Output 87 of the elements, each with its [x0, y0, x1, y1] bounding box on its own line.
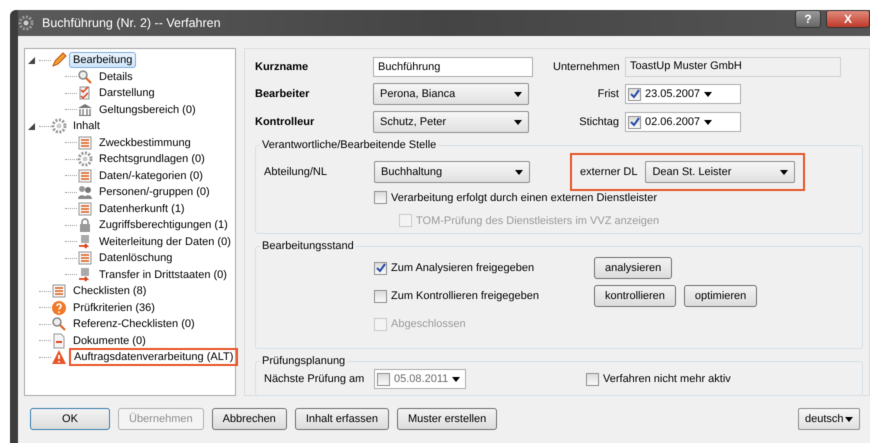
tree-item[interactable]: Prüfkriterien (36)	[69, 300, 159, 316]
checkmark-icon	[630, 89, 640, 99]
field-label: Abteilung/NL	[264, 166, 328, 178]
help-button[interactable]: ?	[795, 10, 821, 28]
checkbox[interactable]	[377, 372, 390, 386]
checkbox-label: Zum Kontrollieren freigegeben	[391, 290, 539, 302]
tree-item[interactable]: Zweckbestimmung	[95, 134, 195, 151]
checkbox[interactable]	[628, 116, 641, 128]
checkbox-label: Verfahren nicht mehr aktiv	[603, 373, 731, 385]
caret-icon	[704, 120, 712, 124]
checkbox[interactable]	[374, 290, 387, 302]
dropdown[interactable]: Buchhaltung	[374, 161, 530, 183]
people-icon	[77, 184, 93, 200]
checkmark-icon	[630, 117, 640, 127]
caret-icon	[780, 170, 788, 174]
building-icon	[77, 102, 93, 118]
gear-icon	[18, 15, 34, 31]
action-button[interactable]: kontrollieren	[594, 285, 676, 307]
tree-item[interactable]: Transfer in Drittstaaten (0)	[95, 266, 231, 283]
dialog-button[interactable]: Abbrechen	[212, 408, 287, 430]
action-button[interactable]: analysieren	[594, 257, 672, 279]
group-title: Prüfungsplanung	[261, 355, 346, 367]
dropdown[interactable]: Perona, Bianca	[373, 83, 529, 105]
checkbox-label: Abgeschlossen	[391, 318, 466, 330]
checkbox[interactable]	[374, 262, 387, 274]
tree-item[interactable]: Weiterleitung der Daten (0)	[95, 234, 235, 250]
caret-icon	[845, 416, 853, 422]
caret-icon	[514, 92, 522, 96]
tree-item[interactable]: Checklisten (8)	[69, 283, 150, 300]
field-label: Kontrolleur	[255, 116, 316, 128]
dialog-button[interactable]: Inhalt erfassen	[294, 408, 389, 430]
tree-item[interactable]: Darstellung	[95, 85, 159, 102]
dialog-button[interactable]: Muster erstellen	[396, 408, 498, 430]
group-title: Bearbeitungsstand	[261, 240, 355, 252]
search-icon	[51, 316, 67, 332]
search-icon	[77, 68, 93, 85]
warning-icon	[51, 349, 67, 366]
date-picker[interactable]: 23.05.2007	[625, 84, 741, 104]
document-icon	[51, 332, 67, 349]
tree-item[interactable]: Referenz-Checklisten (0)	[69, 316, 199, 332]
tree-item[interactable]: Zugriffsberechtigungen (1)	[95, 217, 232, 234]
checkbox[interactable]	[628, 88, 641, 100]
tree-item[interactable]: Datenlöschung	[95, 250, 176, 266]
tree-item[interactable]: Auftragsdatenverarbeitung (ALT)	[69, 348, 238, 366]
input-field[interactable]: Buchführung	[373, 57, 533, 77]
caret-icon	[515, 170, 523, 174]
caret-icon	[452, 376, 460, 382]
lock-icon	[77, 217, 93, 234]
field-label: Bearbeiter	[255, 88, 310, 100]
group-title: Verantwortliche/Bearbeitende Stelle	[261, 139, 438, 151]
date-picker[interactable]: 02.06.2007	[625, 112, 741, 132]
date-picker[interactable]: 05.08.2011	[374, 369, 466, 389]
dropdown[interactable]: Dean St. Leister	[645, 161, 796, 183]
question-icon	[51, 300, 67, 316]
field-label: Frist	[596, 88, 620, 100]
tree-item[interactable]: Geltungsbereich (0)	[95, 102, 200, 118]
window-title: Buchführung (Nr. 2) -- Verfahren	[42, 16, 222, 30]
readonly-field: ToastUp Muster GmbH	[625, 57, 841, 77]
pencil-icon	[51, 52, 67, 68]
checkbox[interactable]	[586, 372, 599, 386]
expand-arrow-icon[interactable]	[27, 55, 37, 66]
close-button[interactable]: X	[826, 10, 870, 28]
field-label: Kurzname	[255, 61, 310, 73]
checkbox[interactable]	[374, 191, 387, 204]
tree-item[interactable]: Inhalt	[69, 118, 104, 134]
language-dropdown[interactable]: deutsch	[798, 408, 860, 430]
tree-item[interactable]: Personen/-gruppen (0)	[95, 184, 214, 200]
tree-item[interactable]: Datenherkunft (1)	[95, 200, 189, 217]
checkbox-label: Verarbeitung erfolgt durch einen externen Dienstleister	[391, 192, 657, 204]
expand-arrow-icon[interactable]	[27, 121, 37, 132]
checkbox-label: Zum Analysieren freigegeben	[391, 262, 534, 274]
tree-item[interactable]: Daten/-kategorien (0)	[95, 168, 207, 184]
caret-icon	[514, 120, 522, 124]
checkmark-icon	[376, 263, 386, 273]
dropdown[interactable]: Schutz, Peter	[373, 111, 529, 133]
field-label: Unternehmen	[553, 61, 621, 73]
tree-item[interactable]: Bearbeitung	[69, 52, 136, 68]
action-button[interactable]: optimieren	[684, 285, 758, 307]
dialog-button[interactable]: OK	[30, 408, 110, 430]
field-label: Nächste Prüfung am	[264, 373, 366, 385]
tree-item[interactable]: Rechtsgrundlagen (0)	[95, 151, 209, 168]
caret-icon	[704, 92, 712, 96]
tree-item[interactable]: Dokumente (0)	[69, 332, 150, 349]
field-label: externer DL	[580, 166, 638, 178]
checkbox-label: TOM-Prüfung des Dienstleisters im VVZ anzeigen	[416, 214, 660, 226]
tree-item[interactable]: Details	[95, 68, 137, 85]
field-label: Stichtag	[578, 116, 620, 128]
